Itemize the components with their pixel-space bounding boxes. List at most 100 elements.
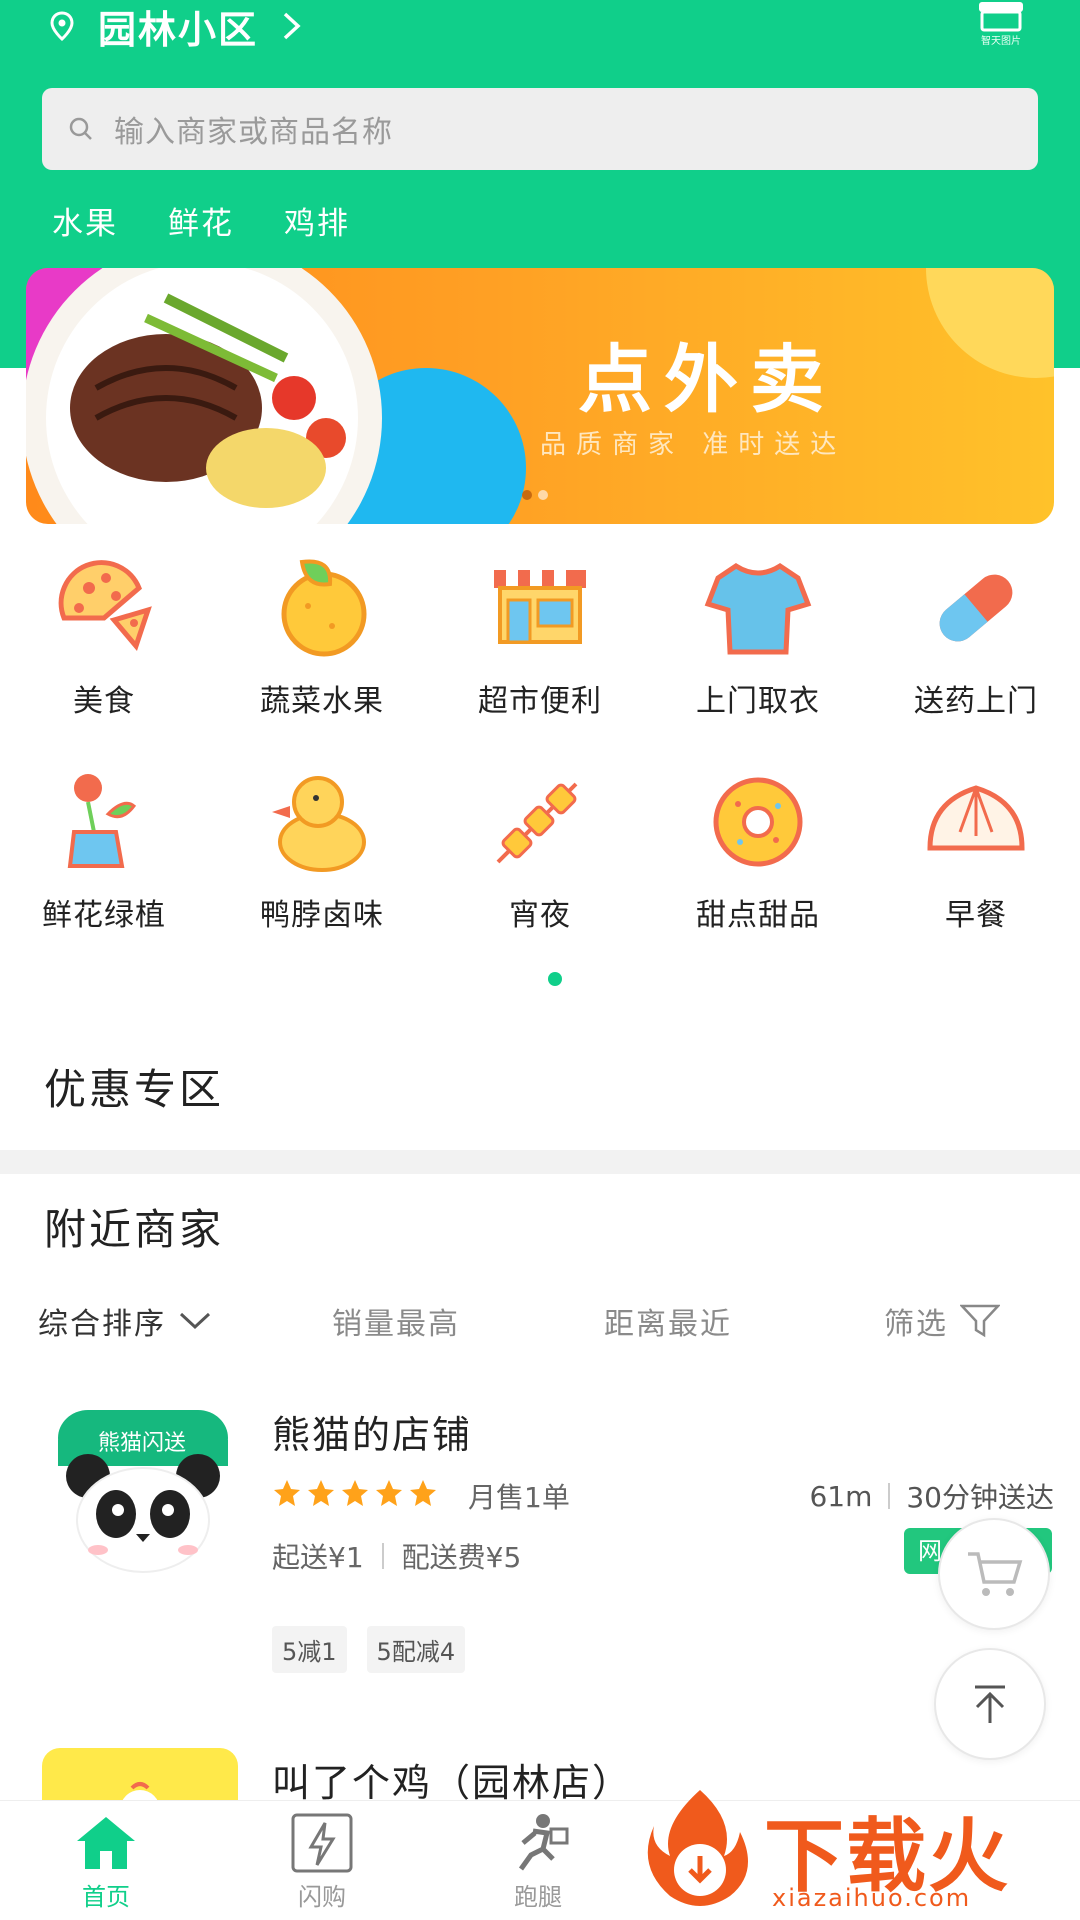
shop-caption: 智天图片 [981, 36, 1021, 47]
promo-tag: 5配减4 [366, 1626, 466, 1673]
monthly-sales: 月售1单 [468, 1481, 570, 1514]
category-label: 超市便利 [478, 684, 602, 719]
hot-tag[interactable]: 鸡排 [284, 198, 350, 243]
skewer-icon [496, 782, 578, 864]
shop-icon [979, 2, 1023, 32]
filter-icon [960, 1304, 1000, 1338]
star-icon [308, 1480, 334, 1506]
category-label: 美食 [73, 684, 135, 719]
bun-icon [927, 785, 1025, 851]
store-name: 叫了个鸡（园林店） [272, 1761, 633, 1805]
category-food[interactable]: 美食 [4, 548, 204, 720]
category-late-night[interactable]: 宵夜 [440, 762, 640, 934]
delivery-fee: 配送费¥5 [401, 1541, 522, 1574]
filter-button[interactable]: 筛选 [884, 1299, 1000, 1343]
location-selector[interactable]: 园林小区 [46, 4, 304, 52]
chevron-right-icon [283, 12, 301, 40]
sort-default[interactable]: 综合排序 [38, 1299, 212, 1343]
watermark: 下载火 xiazaihuo.com [640, 1786, 1070, 1916]
pill-icon [939, 574, 1013, 642]
search-placeholder: 输入商家或商品名称 [114, 115, 393, 150]
separator [888, 1483, 891, 1509]
banner-food-plate-image [26, 268, 1054, 524]
filter-label: 筛选 [884, 1307, 948, 1342]
location-name: 园林小区 [98, 7, 259, 52]
hot-tag[interactable]: 鲜花 [168, 198, 234, 243]
chevron-down-icon [179, 1312, 211, 1330]
orange-icon [281, 559, 367, 657]
home-icon [77, 1817, 135, 1869]
flame-logo-icon [647, 1790, 748, 1906]
category-flowers[interactable]: 鲜花绿植 [4, 762, 204, 934]
distance-info: 61m 30分钟送达 [809, 1476, 1054, 1516]
search-icon [69, 117, 92, 140]
sort-distance[interactable]: 距离最近 [604, 1299, 732, 1343]
shop-button[interactable]: 智天图片 [972, 0, 1030, 50]
category-label: 鲜花绿植 [42, 898, 166, 933]
duck-icon [272, 776, 366, 872]
distance: 61m [809, 1479, 873, 1513]
flash-buy-icon [291, 1813, 353, 1873]
watermark-url: xiazaihuo.com [772, 1884, 972, 1912]
sort-default-label: 综合排序 [38, 1307, 166, 1342]
category-label: 上门取衣 [696, 684, 820, 719]
tab-label: 闪购 [298, 1883, 346, 1911]
tab-flash-buy[interactable]: 闪购 [252, 1811, 392, 1912]
promo-banner[interactable]: 点外卖 品质商家 准时送达 [26, 268, 1054, 524]
category-label: 甜点甜品 [696, 898, 820, 933]
cart-button[interactable] [938, 1518, 1050, 1630]
star-icon [410, 1480, 436, 1506]
promo-section-title: 优惠专区 [44, 1065, 225, 1114]
sort-sales-label: 销量最高 [332, 1307, 460, 1342]
store-card[interactable]: 熊猫闪送 熊猫的店铺 月售1单 61m 30分钟送达 起送¥1 配送费¥5 网 … [0, 1380, 1080, 1720]
store-logo-panda: 熊猫闪送 [58, 1410, 228, 1580]
category-medicine[interactable]: 送药上门 [876, 548, 1076, 720]
location-pin-icon [50, 11, 74, 42]
tab-errand[interactable]: 跑腿 [468, 1811, 608, 1912]
category-label: 早餐 [945, 898, 1007, 933]
sort-distance-label: 距离最近 [604, 1307, 732, 1342]
promo-tags: 5减1 5配减4 [272, 1626, 466, 1673]
tab-label: 跑腿 [514, 1883, 562, 1911]
category-label: 鸭脖卤味 [260, 898, 384, 933]
flower-icon [67, 774, 137, 868]
banner-subtitle: 品质商家 准时送达 [540, 430, 847, 460]
store-rating [272, 1478, 438, 1508]
cart-icon [968, 1552, 1023, 1596]
tab-home[interactable]: 首页 [36, 1811, 176, 1912]
fee-info: 起送¥1 配送费¥5 [272, 1536, 521, 1576]
nearby-section-title: 附近商家 [44, 1205, 225, 1254]
category-laundry[interactable]: 上门取衣 [658, 548, 858, 720]
hot-tags: 水果 鲜花 鸡排 [52, 198, 350, 243]
tshirt-icon [704, 563, 812, 655]
category-duck-neck[interactable]: 鸭脖卤味 [222, 762, 422, 934]
banner-title: 点外卖 [578, 337, 836, 423]
category-fruit-veg[interactable]: 蔬菜水果 [222, 548, 422, 720]
category-breakfast[interactable]: 早餐 [876, 762, 1076, 934]
tab-label: 首页 [82, 1883, 130, 1911]
separator [381, 1543, 384, 1569]
category-desserts[interactable]: 甜点甜品 [658, 762, 858, 934]
star-icon [342, 1480, 368, 1506]
store-icon [494, 570, 586, 644]
donut-icon [713, 777, 803, 867]
search-bar[interactable]: 输入商家或商品名称 [42, 88, 1038, 170]
min-order: 起送¥1 [272, 1541, 364, 1574]
section-divider [0, 1150, 1080, 1174]
star-icon [376, 1480, 402, 1506]
delivery-time: 30分钟送达 [906, 1481, 1054, 1514]
category-label: 宵夜 [509, 898, 571, 933]
banner-pagination [522, 490, 548, 500]
banner-dot-active [522, 490, 532, 500]
sort-bar: 综合排序 销量最高 距离最近 筛选 [0, 1294, 1080, 1348]
arrow-up-icon [975, 1685, 1005, 1723]
pizza-icon [58, 560, 152, 652]
category-label: 送药上门 [914, 684, 1038, 719]
category-supermarket[interactable]: 超市便利 [440, 548, 640, 720]
sort-sales[interactable]: 销量最高 [332, 1299, 460, 1343]
category-page-indicator [548, 972, 562, 986]
store-logo-text: 熊猫闪送 [98, 1431, 186, 1456]
star-icon [274, 1480, 300, 1506]
banner-dot [538, 490, 548, 500]
hot-tag[interactable]: 水果 [52, 198, 118, 243]
